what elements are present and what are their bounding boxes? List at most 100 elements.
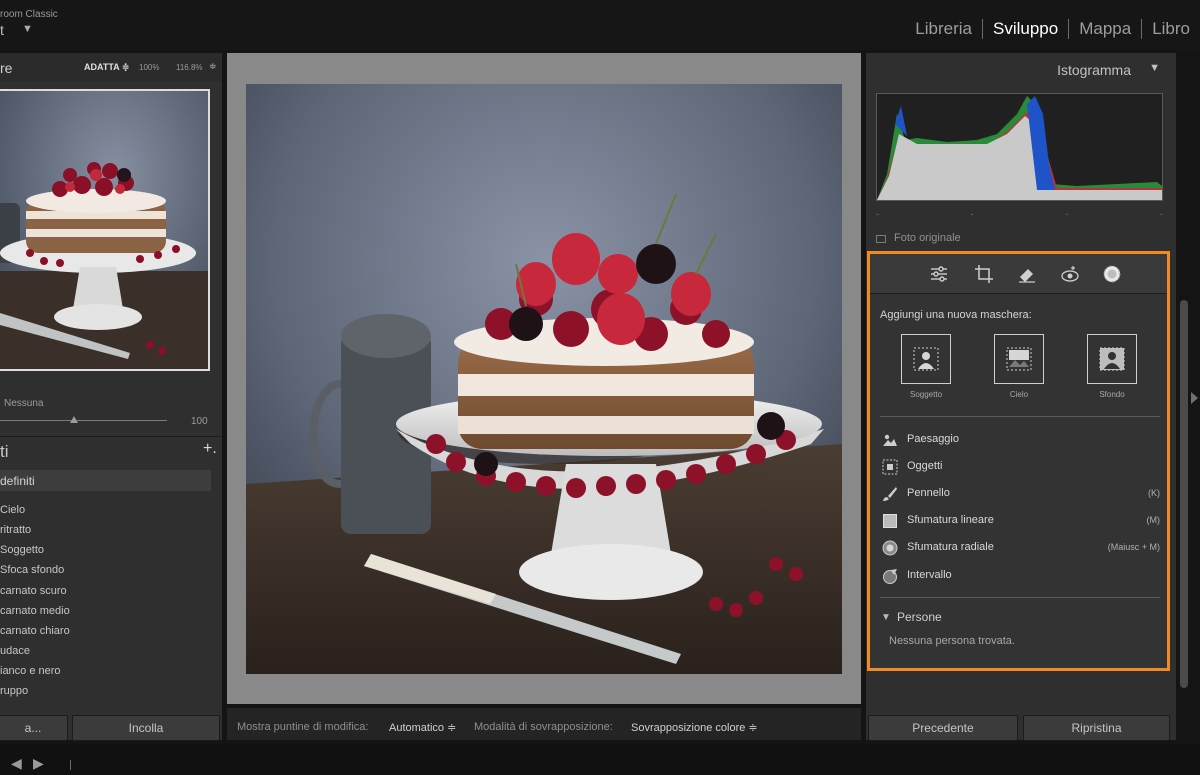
preset-item[interactable]: carnato scuro [0, 585, 67, 597]
main-photo-image [246, 84, 842, 674]
original-photo-label[interactable]: Foto originale [894, 232, 961, 244]
add-preset-icon[interactable]: +. [203, 440, 217, 458]
preset-item[interactable]: carnato medio [0, 605, 70, 617]
brush-icon [883, 487, 897, 501]
navigator-preset-label: Nessuna [4, 398, 44, 409]
histogram-title[interactable]: Istogramma [1057, 62, 1131, 78]
landscape-icon [883, 434, 897, 446]
reset-button[interactable]: Ripristina [1023, 715, 1170, 741]
navigator-header[interactable]: re ADATTA ≑ 100% 116.8% ≑ [0, 53, 222, 81]
mask-sky-button[interactable] [994, 334, 1044, 384]
mask-landscape-row[interactable]: Paesaggio [882, 430, 1160, 450]
histogram-ticks: - - - - [876, 209, 1163, 219]
mask-row-shortcut: (Maiusc + M) [1107, 542, 1160, 552]
mask-background-button[interactable] [1087, 334, 1137, 384]
panel-toggle-icon[interactable] [1191, 392, 1198, 404]
collapse-icon[interactable]: ▼ [1149, 62, 1160, 74]
module-libreria[interactable]: Libreria [905, 19, 982, 39]
module-libro[interactable]: Libro [1142, 19, 1200, 39]
histogram-tick: - [1159, 209, 1163, 219]
navigator-slider-knob[interactable] [70, 416, 78, 423]
navigator-thumbnail-image [0, 91, 208, 369]
preset-item[interactable]: Cielo [0, 504, 25, 516]
module-sviluppo[interactable]: Sviluppo [983, 19, 1068, 39]
mask-subject-label: Soggetto [909, 390, 943, 399]
zoom-custom-option[interactable]: 116.8% [176, 63, 203, 72]
histogram-tick: - [970, 209, 974, 219]
pins-dropdown[interactable]: Automatico ≑ [389, 721, 456, 734]
main-photo[interactable] [246, 84, 842, 674]
navigator-slider-value: 100 [191, 416, 208, 427]
right-panel-scrollbar[interactable] [1180, 300, 1188, 688]
background-icon [1099, 347, 1125, 371]
range-icon [883, 569, 897, 584]
eraser-icon[interactable] [1017, 264, 1037, 284]
mask-row-label: Intervallo [907, 569, 952, 581]
original-photo-checkbox[interactable] [876, 235, 886, 243]
preset-group-label: definiti [0, 474, 35, 488]
presets-header[interactable]: ti +. [0, 436, 222, 466]
divider [880, 597, 1160, 598]
navigator-preview[interactable] [0, 89, 210, 371]
add-mask-label: Aggiungi una nuova maschera: [880, 309, 1032, 321]
mask-objects-row[interactable]: Oggetti [882, 457, 1160, 477]
right-bottom-buttons: Precedente Ripristina [866, 713, 1176, 743]
mask-row-label: Sfumatura lineare [907, 514, 994, 526]
mask-row-label: Oggetti [907, 460, 943, 472]
histogram [876, 93, 1163, 201]
mask-radial-gradient-row[interactable]: Sfumatura radiale (Maiusc + M) [882, 538, 1160, 558]
preset-item[interactable]: ianco e nero [0, 665, 61, 677]
mask-row-shortcut: (K) [1148, 488, 1160, 498]
mask-sky-label: Cielo [1009, 390, 1029, 399]
expand-icon[interactable]: ▼ [881, 612, 891, 623]
people-empty-message: Nessuna persona trovata. [889, 635, 1015, 647]
redeye-icon[interactable] [1060, 264, 1080, 284]
objects-icon [882, 459, 898, 475]
mask-brush-row[interactable]: Pennello (K) [882, 484, 1160, 504]
overlay-dropdown[interactable]: Sovrapposizione colore ≑ [631, 721, 758, 734]
presets-title: ti [0, 442, 9, 461]
divider [880, 416, 1160, 417]
copy-button[interactable]: a... [0, 715, 68, 741]
zoom-stepper-icon[interactable]: ≑ [209, 61, 217, 72]
preset-item[interactable]: carnato chiaro [0, 625, 70, 637]
sliders-icon[interactable] [929, 264, 949, 284]
mask-subject-button[interactable] [901, 334, 951, 384]
overlay-label: Modalità di sovrapposizione: [474, 721, 613, 733]
people-section-title[interactable]: Persone [897, 610, 942, 624]
crop-icon[interactable] [974, 264, 994, 284]
right-panel: Istogramma ▼ - - - - Foto originale Aggi… [866, 53, 1176, 743]
zoom-fit-option[interactable]: ADATTA ≑ [84, 62, 129, 73]
navigator-slider-track[interactable] [0, 420, 167, 421]
pins-label: Mostra puntine di modifica: [237, 721, 369, 733]
preset-group-selected[interactable]: definiti [0, 470, 211, 491]
mask-row-label: Paesaggio [907, 433, 959, 445]
navigator-title: re [0, 60, 13, 76]
preset-item[interactable]: Soggetto [0, 544, 44, 556]
sky-icon [1006, 347, 1032, 371]
preset-item[interactable]: udace [0, 645, 30, 657]
preset-item[interactable]: Sfoca sfondo [0, 564, 64, 576]
mask-range-row[interactable]: Intervallo [882, 566, 1160, 586]
mask-linear-gradient-row[interactable]: Sfumatura lineare (M) [882, 511, 1160, 531]
histogram-graph [877, 96, 1162, 200]
mask-icon[interactable] [1102, 264, 1122, 284]
image-viewport[interactable] [227, 53, 861, 704]
paste-button[interactable]: Incolla [72, 715, 220, 741]
previous-button[interactable]: Precedente [868, 715, 1018, 741]
previous-arrow-icon[interactable]: ◀ [11, 755, 22, 772]
mask-row-label: Sfumatura radiale [907, 541, 994, 553]
center-toolbar: Mostra puntine di modifica: Automatico ≑… [227, 708, 861, 740]
chevron-down-icon[interactable]: ▼ [22, 23, 33, 35]
left-panel: re ADATTA ≑ 100% 116.8% ≑ Nessuna 100 ti… [0, 53, 222, 741]
catalog-name[interactable]: t [0, 22, 4, 38]
module-picker: Libreria Sviluppo Mappa Libro [905, 19, 1200, 39]
preset-item[interactable]: ritratto [0, 524, 31, 536]
histogram-tick: - [876, 209, 879, 219]
module-mappa[interactable]: Mappa [1069, 19, 1141, 39]
preset-item[interactable]: ruppo [0, 685, 28, 697]
zoom-100-option[interactable]: 100% [139, 63, 159, 72]
filmstrip-bar: ◀ ▶ [0, 744, 1200, 775]
next-arrow-icon[interactable]: ▶ [33, 755, 44, 772]
mask-background-label: Sfondo [1099, 390, 1125, 399]
